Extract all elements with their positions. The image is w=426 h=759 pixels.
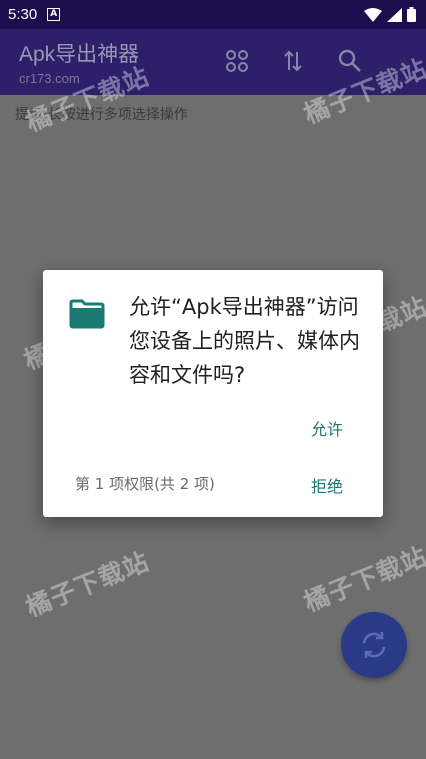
refresh-icon bbox=[362, 632, 386, 658]
watermark: 橘子下载站 bbox=[21, 546, 154, 623]
notification-icon: A bbox=[47, 8, 61, 21]
allow-button[interactable]: 允许 bbox=[311, 416, 343, 440]
status-bar: 5:30 A bbox=[0, 0, 426, 29]
permission-dialog: 允许“Apk导出神器”访问您设备上的照片、媒体内容和文件吗? 允许 第 1 项权… bbox=[43, 270, 383, 517]
battery-icon bbox=[407, 7, 416, 22]
sort-icon bbox=[284, 50, 302, 72]
status-icons bbox=[364, 7, 416, 22]
search-icon bbox=[338, 49, 361, 72]
grid-icon bbox=[226, 50, 248, 72]
app-subtitle: cr173.com bbox=[19, 71, 80, 86]
folder-icon bbox=[69, 299, 105, 329]
refresh-fab[interactable] bbox=[341, 612, 407, 678]
dialog-message: 允许“Apk导出神器”访问您设备上的照片、媒体内容和文件吗? bbox=[129, 295, 360, 387]
deny-button[interactable]: 拒绝 bbox=[311, 473, 343, 497]
wifi-icon bbox=[364, 7, 382, 22]
watermark: 橘子下载站 bbox=[299, 541, 426, 618]
status-time: 5:30 bbox=[8, 6, 38, 23]
grid-view-button[interactable] bbox=[224, 48, 250, 74]
search-button[interactable] bbox=[337, 48, 363, 74]
sort-button[interactable] bbox=[280, 48, 306, 74]
permission-count: 第 1 项权限(共 2 项) bbox=[75, 475, 215, 493]
signal-icon bbox=[387, 7, 402, 22]
